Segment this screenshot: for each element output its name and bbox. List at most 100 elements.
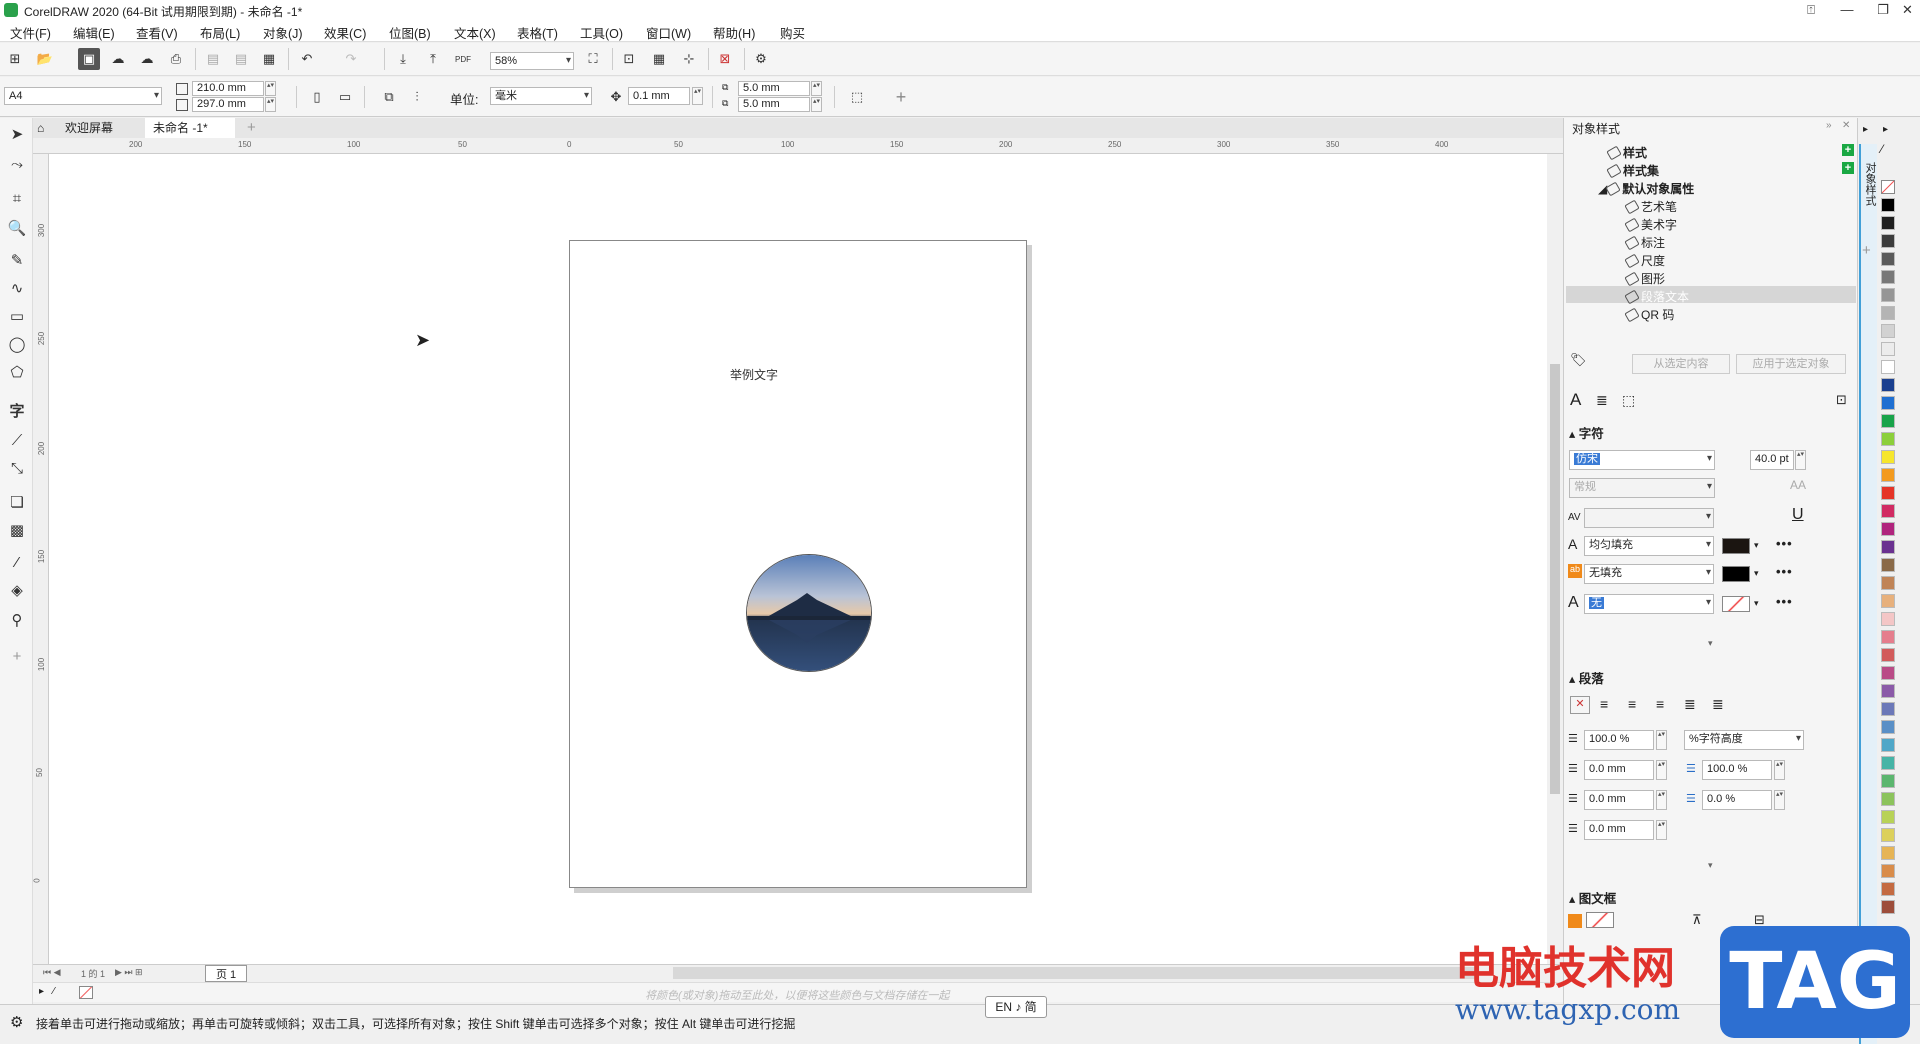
- add-style-set-icon[interactable]: +: [1842, 162, 1854, 174]
- apply-to-selection-button[interactable]: 应用于选定对象: [1736, 354, 1846, 374]
- left-indent-spinner[interactable]: ▴▾: [1656, 790, 1667, 810]
- tree-artistic-text[interactable]: 美术字: [1624, 216, 1677, 233]
- menu-effects[interactable]: 效果(C): [324, 23, 366, 42]
- palette-scroll-up-icon[interactable]: ▸: [1883, 124, 1888, 135]
- fill-more-icon[interactable]: •••: [1776, 536, 1793, 551]
- paragraph-tab-icon[interactable]: ≣: [1596, 392, 1608, 409]
- font-style-dropdown[interactable]: 常规: [1569, 478, 1715, 498]
- character-section-header[interactable]: ▴ 字符: [1569, 423, 1604, 442]
- word-spacing-field[interactable]: 0.0 %: [1702, 790, 1772, 810]
- color-swatch[interactable]: [1881, 486, 1895, 500]
- color-swatch[interactable]: [1881, 792, 1895, 806]
- export-icon[interactable]: ⤒: [422, 48, 444, 70]
- character-tab-icon[interactable]: A: [1570, 390, 1581, 410]
- docker-strip-arrow-icon[interactable]: ▸: [1863, 124, 1868, 135]
- interactive-fill-tool-icon[interactable]: ◈: [5, 578, 29, 602]
- show-grid-icon[interactable]: ▦: [648, 48, 670, 70]
- text-tool-icon[interactable]: 字: [5, 398, 29, 422]
- account-icon[interactable]: ⍐: [1793, 0, 1829, 20]
- drawing-canvas[interactable]: 200 150 100 50 0 50 100 150 200 250 300 …: [33, 138, 1563, 964]
- rectangle-tool-icon[interactable]: ▭: [5, 304, 29, 328]
- color-swatch[interactable]: [1881, 504, 1895, 518]
- portrait-icon[interactable]: ▯: [306, 86, 328, 108]
- import-icon[interactable]: ⤓: [392, 48, 414, 70]
- palette-eyedropper-icon[interactable]: ⁄: [1881, 142, 1883, 156]
- right-indent-field[interactable]: 0.0 mm: [1584, 820, 1654, 840]
- open-icon[interactable]: 📂: [34, 48, 56, 70]
- outline-more-icon[interactable]: •••: [1776, 594, 1793, 609]
- fill-color-swatch[interactable]: [1722, 538, 1750, 554]
- duplicate-x-spinner[interactable]: ▴▾: [811, 81, 822, 96]
- color-swatch[interactable]: [1881, 594, 1895, 608]
- color-swatch[interactable]: [1881, 324, 1895, 338]
- scrollbar-thumb[interactable]: [1550, 364, 1560, 794]
- color-swatch[interactable]: [1881, 666, 1895, 680]
- all-pages-icon[interactable]: ⧉: [378, 86, 400, 108]
- tree-callout[interactable]: 标注: [1624, 234, 1665, 251]
- justify-icon[interactable]: ≣: [1684, 696, 1696, 713]
- mountain-lake-image[interactable]: [746, 554, 872, 672]
- horizontal-ruler[interactable]: 200 150 100 50 0 50 100 150 200 250 300 …: [33, 138, 1563, 154]
- color-swatch[interactable]: [1881, 540, 1895, 554]
- color-swatch[interactable]: [1881, 648, 1895, 662]
- unit-dropdown[interactable]: 毫米: [490, 87, 592, 105]
- drop-shadow-tool-icon[interactable]: ❏: [5, 490, 29, 514]
- next-page-icon[interactable]: ▶ ⏭ ⊞: [115, 967, 143, 978]
- right-indent-spinner[interactable]: ▴▾: [1656, 820, 1667, 840]
- color-swatch[interactable]: [1881, 216, 1895, 230]
- options-gear-icon[interactable]: ⚙: [750, 48, 772, 70]
- char-spacing-field[interactable]: 100.0 %: [1702, 760, 1772, 780]
- background-fill-dropdown[interactable]: 无填充: [1584, 564, 1714, 584]
- line-spacing-field[interactable]: 100.0 %: [1584, 730, 1654, 750]
- menu-object[interactable]: 对象(J): [263, 23, 303, 42]
- horizontal-scrollbar[interactable]: [673, 967, 1477, 979]
- color-swatch[interactable]: [1881, 612, 1895, 626]
- align-left-icon[interactable]: ≡: [1600, 696, 1608, 712]
- page-width-field[interactable]: 210.0 mm: [192, 81, 264, 96]
- cloud-download-icon[interactable]: ☁: [136, 48, 158, 70]
- ime-indicator[interactable]: EN ♪ 简: [985, 996, 1047, 1018]
- color-swatch[interactable]: [1881, 828, 1895, 842]
- sample-text-object[interactable]: 举例文字: [730, 366, 778, 383]
- no-alignment-icon[interactable]: ✕: [1570, 696, 1590, 714]
- transparency-tool-icon[interactable]: ▩: [5, 518, 29, 542]
- parallel-dimension-tool-icon[interactable]: ⟋: [5, 428, 29, 452]
- add-toolbar-item-icon[interactable]: +: [890, 86, 912, 108]
- add-tab-icon[interactable]: +: [239, 118, 264, 138]
- no-fill-swatch[interactable]: [1881, 180, 1895, 194]
- paragraph-section-header[interactable]: ▴ 段落: [1569, 668, 1604, 687]
- page-height-spinner[interactable]: ▴▾: [265, 97, 276, 112]
- outline-dropdown[interactable]: 无: [1584, 594, 1714, 614]
- tree-style-sets[interactable]: 样式集: [1606, 162, 1659, 179]
- polygon-tool-icon[interactable]: ⬠: [5, 360, 29, 384]
- docker-options-icon[interactable]: ⊡: [1836, 392, 1847, 408]
- font-dropdown[interactable]: 仿宋: [1569, 450, 1715, 470]
- full-screen-preview-icon[interactable]: ⊡: [618, 48, 640, 70]
- redo-icon[interactable]: ↷: [340, 48, 362, 70]
- color-swatch[interactable]: [1881, 450, 1895, 464]
- frame-color-swatch[interactable]: [1586, 912, 1614, 928]
- color-swatch[interactable]: [1881, 864, 1895, 878]
- color-swatch[interactable]: [1881, 414, 1895, 428]
- shape-tool-icon[interactable]: ⤳: [5, 152, 29, 176]
- kerning-dropdown[interactable]: [1584, 508, 1714, 528]
- outline-color-dropdown-arrow[interactable]: ▾: [1754, 598, 1759, 609]
- duplicate-x-field[interactable]: 5.0 mm: [738, 81, 810, 96]
- cut-icon[interactable]: ▤: [202, 48, 224, 70]
- menu-bitmaps[interactable]: 位图(B): [389, 23, 431, 42]
- nudge-spinner[interactable]: ▴▾: [692, 87, 703, 105]
- color-swatch[interactable]: [1881, 630, 1895, 644]
- landscape-icon[interactable]: ▭: [334, 86, 356, 108]
- from-selection-button[interactable]: 从选定内容: [1632, 354, 1730, 374]
- minimize-button[interactable]: —: [1829, 0, 1865, 20]
- tree-default-properties[interactable]: ◢ 默认对象属性: [1598, 180, 1694, 197]
- underline-icon[interactable]: U: [1792, 506, 1804, 524]
- home-icon[interactable]: ⌂: [33, 118, 55, 138]
- color-swatch[interactable]: [1881, 684, 1895, 698]
- color-swatch[interactable]: [1881, 396, 1895, 410]
- tree-artistic-media[interactable]: 艺术笔: [1624, 198, 1677, 215]
- page-height-field[interactable]: 297.0 mm: [192, 97, 264, 112]
- smart-fill-tool-icon[interactable]: ⚲: [5, 608, 29, 632]
- color-swatch[interactable]: [1881, 846, 1895, 860]
- background-color-dropdown-arrow[interactable]: ▾: [1754, 568, 1759, 579]
